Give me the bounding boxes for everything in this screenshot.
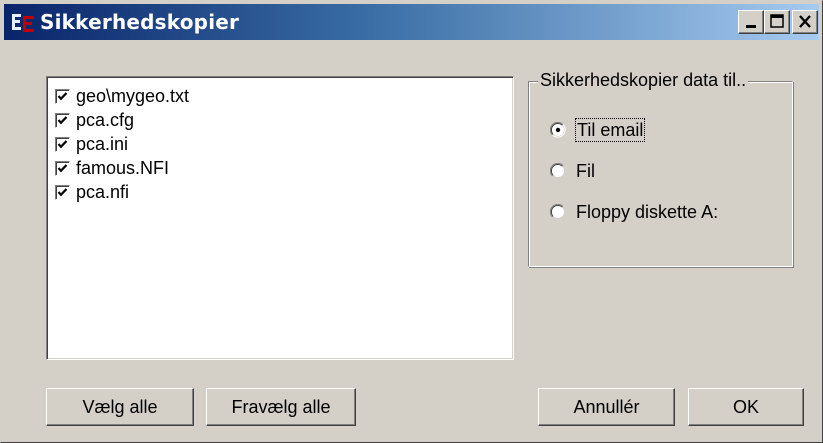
file-checkbox[interactable]: [55, 112, 70, 128]
close-icon: [799, 15, 811, 28]
list-item[interactable]: geo\mygeo.txt: [55, 84, 189, 108]
checkmark-icon: [57, 139, 68, 148]
file-checkbox[interactable]: [55, 88, 70, 104]
maximize-button[interactable]: [764, 10, 790, 34]
list-item[interactable]: famous.NFI: [55, 156, 169, 180]
window-title: Sikkerhedskopier: [40, 10, 240, 34]
title-bar[interactable]: Sikkerhedskopier: [4, 4, 819, 40]
file-label: pca.nfi: [76, 182, 130, 202]
minimize-icon: [746, 25, 756, 28]
checkmark-icon: [57, 187, 68, 196]
list-item[interactable]: pca.nfi: [55, 180, 129, 204]
select-all-button[interactable]: Vælg alle: [46, 388, 194, 426]
radio-unselected-icon[interactable]: [550, 204, 566, 220]
radio-unselected-icon[interactable]: [550, 163, 566, 179]
file-label: pca.ini: [76, 134, 129, 154]
group-title: Sikkerhedskopier data til..: [538, 69, 749, 91]
file-list[interactable]: geo\mygeo.txt pca.cfg pca.ini famous.NFI…: [46, 76, 514, 360]
radio-email[interactable]: Til email: [550, 118, 646, 142]
file-label: famous.NFI: [76, 158, 170, 178]
ok-button[interactable]: OK: [688, 388, 804, 426]
close-button[interactable]: [792, 10, 818, 34]
list-item[interactable]: pca.ini: [55, 132, 128, 156]
minimize-button[interactable]: [738, 10, 764, 34]
radio-label: Fil: [576, 161, 595, 181]
deselect-all-button[interactable]: Fravælg alle: [206, 388, 356, 426]
checkmark-icon: [57, 91, 68, 100]
checkmark-icon: [57, 115, 68, 124]
backup-dialog: Sikkerhedskopier geo\mygeo.txt pca.cfg p…: [0, 0, 823, 443]
radio-label: Til email: [574, 118, 646, 142]
app-icon: [12, 14, 34, 32]
file-label: geo\mygeo.txt: [76, 86, 190, 106]
maximize-icon: [770, 14, 784, 28]
file-label: pca.cfg: [76, 110, 135, 130]
file-checkbox[interactable]: [55, 136, 70, 152]
radio-selected-icon[interactable]: [550, 122, 566, 138]
radio-floppy[interactable]: Floppy diskette A:: [550, 200, 718, 224]
checkmark-icon: [57, 163, 68, 172]
file-checkbox[interactable]: [55, 160, 70, 176]
radio-label: Floppy diskette A:: [576, 202, 719, 222]
list-item[interactable]: pca.cfg: [55, 108, 134, 132]
file-checkbox[interactable]: [55, 184, 70, 200]
cancel-button[interactable]: Annullér: [538, 388, 675, 426]
radio-file[interactable]: Fil: [550, 159, 595, 183]
